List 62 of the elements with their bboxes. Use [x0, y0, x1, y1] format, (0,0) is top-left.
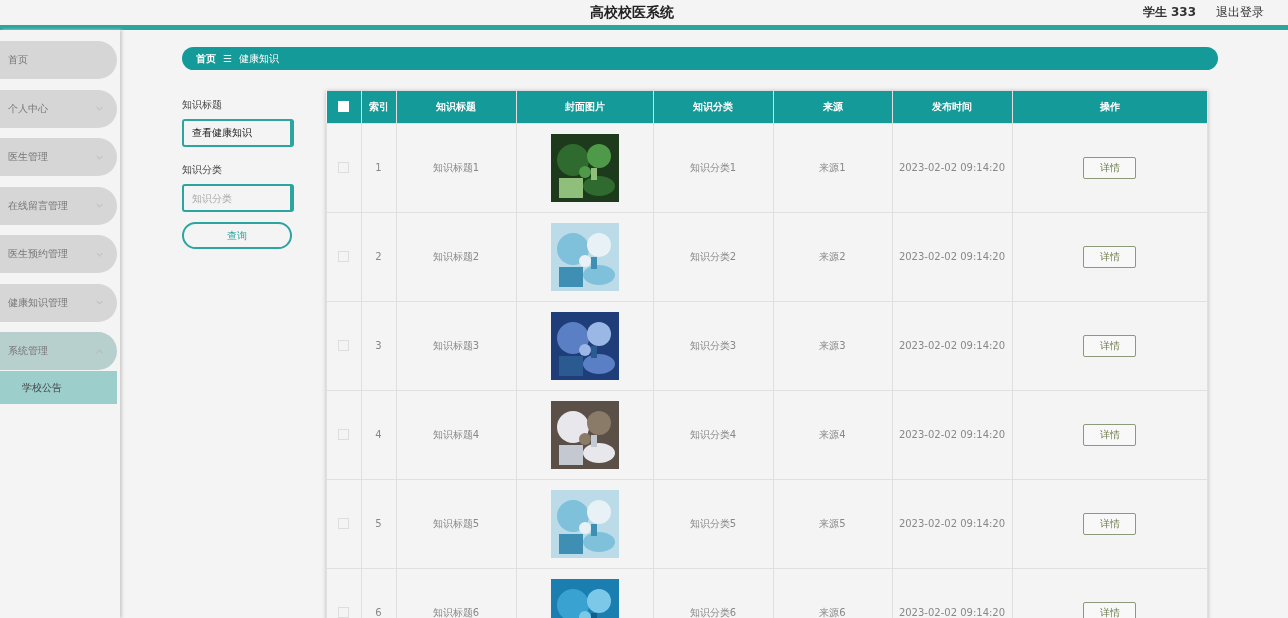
separator-icon: ☰	[223, 53, 232, 64]
table-cell: 2023-02-02 09:14:20	[898, 607, 1006, 618]
table-cell: 知识标题5	[432, 517, 480, 529]
menu-item[interactable]: 系统管理	[0, 332, 117, 370]
table-cell: 知识标题4	[432, 428, 480, 440]
table-cell: 知识分类2	[689, 250, 737, 262]
details-button[interactable]: 详情	[1083, 334, 1137, 357]
field-label: 知识分类	[182, 163, 223, 177]
details-button[interactable]: 详情	[1083, 512, 1137, 535]
table-cell: 知识标题6	[432, 606, 480, 618]
table-cell: 2023-02-02 09:14:20	[898, 340, 1006, 351]
submenu-item[interactable]: 学校公告	[0, 371, 117, 404]
table-cell: 来源4	[819, 428, 846, 440]
input-field[interactable]: 知识分类	[182, 184, 294, 212]
table-cell: 2023-02-02 09:14:20	[898, 251, 1006, 262]
table-cell: 知识分类5	[689, 517, 737, 529]
table-cell: 5	[375, 518, 382, 529]
table-cell: 知识分类3	[689, 339, 737, 351]
input-field[interactable]: 查看健康知识	[182, 119, 294, 147]
details-button[interactable]: 详情	[1083, 156, 1137, 179]
details-button[interactable]: 详情	[1083, 245, 1137, 268]
table-cell: 6	[375, 607, 382, 618]
column-header: 知识分类	[693, 100, 733, 112]
logout-link[interactable]: 退出登录	[1216, 4, 1264, 21]
table-cell: 来源6	[819, 606, 846, 618]
menu-item[interactable]: 个人中心	[0, 89, 117, 128]
column-header: 来源	[822, 100, 843, 112]
menu-item[interactable]: 医生管理	[0, 138, 117, 176]
search-button[interactable]: 查询	[182, 222, 292, 249]
table-cell: 来源2	[819, 250, 846, 262]
table-cell: 知识分类4	[689, 428, 737, 440]
table-cell: 3	[375, 340, 382, 351]
table-cell: 知识分类6	[689, 606, 737, 618]
table-cell: 知识标题2	[432, 250, 480, 262]
table-cell: 4	[375, 429, 382, 440]
table-cell: 2	[375, 251, 382, 262]
system-title: 高校校医系统	[590, 3, 674, 22]
column-header: 封面图片	[564, 100, 605, 112]
column-header: 发布时间	[932, 100, 972, 112]
table-cell: 知识标题3	[432, 339, 480, 351]
table-cell: 来源1	[819, 161, 846, 173]
table-cell: 2023-02-02 09:14:20	[898, 429, 1006, 440]
field-label: 知识标题	[182, 98, 223, 112]
table-cell: 来源3	[819, 339, 846, 351]
table-cell: 知识标题1	[432, 161, 480, 173]
column-header: 操作	[1099, 100, 1120, 112]
details-button[interactable]: 详情	[1083, 601, 1137, 618]
user-name: 学生 333	[1142, 4, 1196, 21]
table-cell: 来源5	[819, 517, 846, 529]
breadcrumb-link[interactable]: 首页	[196, 51, 216, 66]
menu-item[interactable]: 首页	[0, 41, 117, 79]
details-button[interactable]: 详情	[1083, 423, 1137, 446]
column-header: 知识标题	[436, 100, 476, 112]
table-cell: 2023-02-02 09:14:20	[898, 162, 1006, 173]
menu-item[interactable]: 医生预约管理	[0, 235, 117, 273]
column-header: 索引	[368, 100, 389, 112]
menu-item[interactable]: 健康知识管理	[0, 283, 117, 322]
table-cell: 1	[375, 162, 382, 173]
table-cell: 2023-02-02 09:14:20	[898, 518, 1006, 529]
breadcrumb-current: 健康知识	[238, 51, 279, 66]
table-cell: 知识分类1	[689, 161, 737, 173]
menu-item[interactable]: 在线留言管理	[0, 186, 117, 225]
